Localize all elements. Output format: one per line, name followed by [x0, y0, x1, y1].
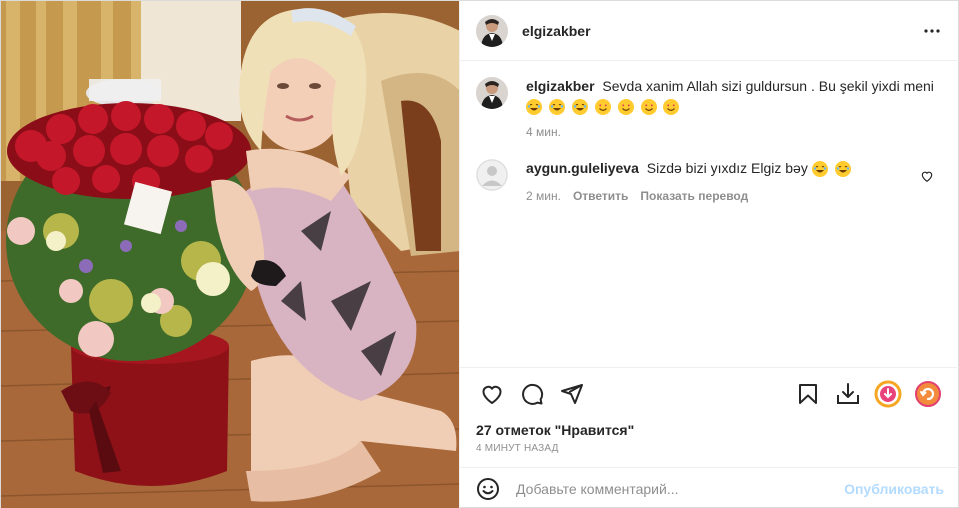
- reply-button[interactable]: Ответить: [573, 187, 628, 205]
- more-horizontal-icon: [924, 29, 940, 33]
- comment-like-button[interactable]: [920, 169, 934, 183]
- show-translation-button[interactable]: Показать перевод: [640, 187, 748, 205]
- comment-item: aygun.guleliyeva Sizdə bizi yıxdız Elgiz…: [476, 159, 944, 205]
- download-circle-icon: [874, 380, 902, 407]
- bookmark-icon: [799, 383, 818, 404]
- comment-username[interactable]: aygun.guleliyeva: [526, 160, 639, 176]
- post-timestamp[interactable]: 4 МИНУТ НАЗАД: [476, 443, 559, 454]
- comment-username[interactable]: elgizakber: [526, 78, 594, 94]
- post-details-panel: elgizakber elgizakber Sevda xanim Allah …: [459, 1, 959, 508]
- avatar-image: [476, 14, 509, 47]
- publish-button[interactable]: Опубликовать: [844, 481, 944, 497]
- download-extension-button[interactable]: [868, 374, 908, 414]
- post-header: elgizakber: [460, 1, 959, 61]
- heart-eyes-emoji-icon: [617, 99, 634, 116]
- download-icon: [837, 382, 860, 404]
- post-image: [1, 1, 460, 508]
- comment-button[interactable]: [512, 374, 552, 414]
- comment-input[interactable]: [516, 480, 845, 497]
- caption-comment: elgizakber Sevda xanim Allah sizi guldur…: [476, 77, 944, 141]
- post-photo[interactable]: [1, 1, 460, 508]
- author-username[interactable]: elgizakber: [522, 23, 590, 39]
- download-button[interactable]: [828, 374, 868, 414]
- instagram-post: elgizakber elgizakber Sevda xanim Allah …: [0, 0, 959, 508]
- laughing-emoji-icon: [548, 99, 565, 116]
- comment-avatar[interactable]: [476, 77, 509, 109]
- avatar-image: [476, 77, 509, 109]
- laughing-emoji-icon: [571, 99, 588, 116]
- like-button[interactable]: [472, 374, 512, 414]
- share-button[interactable]: [552, 374, 592, 414]
- emoji-row: [526, 97, 936, 116]
- laughing-emoji-icon: [834, 161, 851, 178]
- smiley-icon: [477, 477, 500, 500]
- repost-extension-button[interactable]: [908, 374, 948, 414]
- comments-list: elgizakber Sevda xanim Allah sizi guldur…: [460, 61, 959, 367]
- more-options-button[interactable]: [920, 19, 944, 43]
- likes-count[interactable]: 27 отметок "Нравится": [476, 422, 634, 438]
- comment-avatar[interactable]: [476, 159, 509, 191]
- heart-icon: [921, 171, 933, 182]
- default-avatar-icon: [476, 159, 509, 191]
- comment-time: 4 мин.: [526, 125, 561, 139]
- emoji-picker-button[interactable]: [476, 477, 500, 501]
- comment-time: 2 мин.: [526, 189, 561, 204]
- laughing-emoji-icon: [811, 161, 828, 178]
- send-icon: [561, 383, 584, 404]
- heart-eyes-emoji-icon: [640, 99, 657, 116]
- save-button[interactable]: [788, 374, 828, 414]
- comment-text: Sevda xanim Allah sizi guldursun . Bu şe…: [602, 78, 934, 94]
- heart-icon: [482, 385, 502, 404]
- laughing-emoji-icon: [526, 99, 543, 116]
- comment-text: Sizdə bizi yıxdız Elgiz bəy: [646, 160, 808, 176]
- comment-icon: [522, 383, 544, 405]
- repost-circle-icon: [915, 380, 942, 407]
- heart-eyes-emoji-icon: [594, 99, 611, 116]
- add-comment-bar: Опубликовать: [460, 467, 959, 508]
- post-actions-bar: [460, 367, 959, 419]
- heart-eyes-emoji-icon: [663, 99, 680, 116]
- author-avatar[interactable]: [476, 14, 509, 47]
